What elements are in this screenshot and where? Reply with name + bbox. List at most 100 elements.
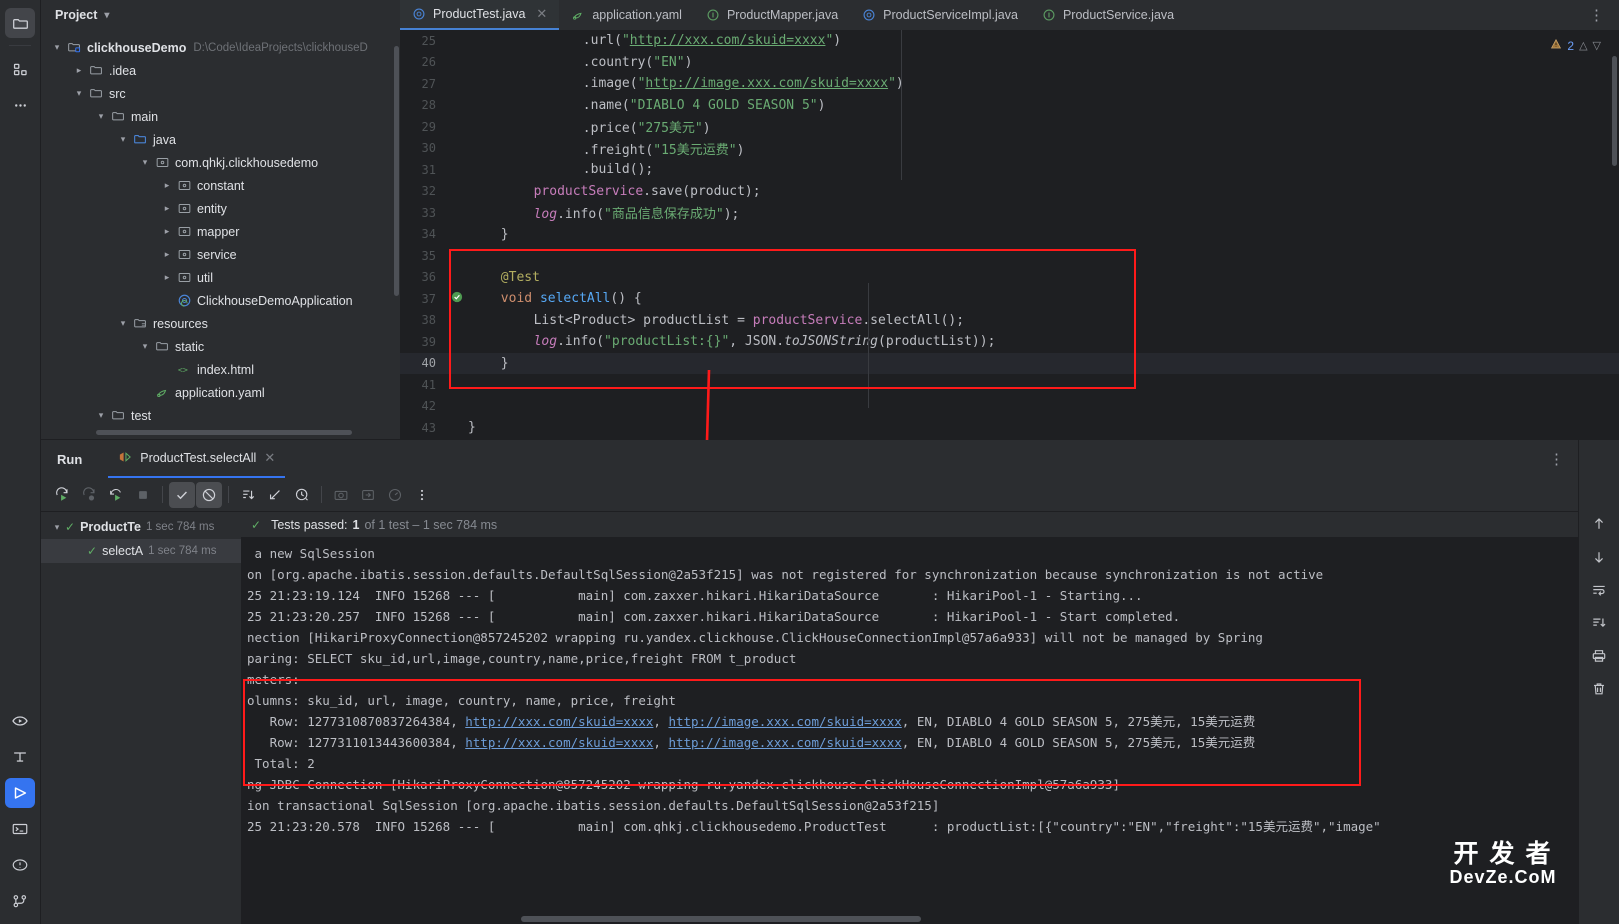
- editor-tab-application-yaml[interactable]: application.yaml: [559, 0, 694, 30]
- editor-tabs-menu-icon[interactable]: ⋮: [1575, 0, 1619, 30]
- tree-node-resources[interactable]: ▾ resources: [41, 312, 400, 335]
- chevron-right-icon[interactable]: ▸: [159, 203, 175, 214]
- line-number: 33: [421, 205, 436, 220]
- tree-node-.idea[interactable]: ▸ .idea: [41, 59, 400, 82]
- scroll-to-end-icon[interactable]: [1587, 611, 1611, 635]
- chevron-down-icon[interactable]: ▾: [49, 42, 65, 53]
- chevron-right-icon[interactable]: ▸: [159, 272, 175, 283]
- tree-node-util[interactable]: ▸ util: [41, 266, 400, 289]
- code-line: 26 .country("EN"): [400, 52, 1619, 74]
- project-horizontal-scrollbar[interactable]: [96, 430, 352, 435]
- tree-node-com.qhkj.clickhousedemo[interactable]: ▾ com.qhkj.clickhousedemo: [41, 151, 400, 174]
- tree-node-label: util: [197, 270, 213, 285]
- tree-node-static[interactable]: ▾ static: [41, 335, 400, 358]
- show-ignored-button[interactable]: [196, 481, 222, 508]
- more-tools-icon[interactable]: [5, 90, 35, 120]
- tree-node-clickhousedemo[interactable]: ▾ clickhouseDemo D:\Code\IdeaProjects\clic…: [41, 36, 400, 59]
- run-configuration-tab[interactable]: ProductTest.selectAll ✕: [108, 440, 286, 478]
- folder-icon: [109, 109, 127, 124]
- tree-node-main[interactable]: ▾ main: [41, 105, 400, 128]
- activity-bar: [0, 0, 41, 924]
- scroll-down-icon[interactable]: [1587, 545, 1611, 569]
- interface-icon: [1042, 8, 1056, 22]
- sort-alphabetically-button[interactable]: [235, 482, 261, 508]
- sort-by-duration-button[interactable]: [289, 482, 315, 508]
- run-anything-icon[interactable]: [5, 706, 35, 736]
- code-text: .url("http://xxx.com/skuid=xxxx"): [582, 33, 842, 49]
- chevron-right-icon[interactable]: ▸: [159, 180, 175, 191]
- chevron-down-icon[interactable]: ▾: [137, 157, 153, 168]
- chevron-down-icon[interactable]: ▾: [115, 134, 131, 145]
- soft-wrap-icon[interactable]: [1587, 578, 1611, 602]
- rerun-button[interactable]: [49, 482, 75, 508]
- project-vertical-scrollbar[interactable]: [394, 46, 399, 296]
- tree-node-constant[interactable]: ▸ constant: [41, 174, 400, 197]
- line-number: 39: [421, 334, 436, 349]
- tree-node-java[interactable]: ▾ java: [41, 128, 400, 151]
- tree-node-label: service: [197, 247, 237, 262]
- chevron-down-icon[interactable]: ▾: [71, 88, 87, 99]
- tree-node-src[interactable]: ▾ src: [41, 82, 400, 105]
- chevron-down-icon[interactable]: ▾: [137, 341, 153, 352]
- clear-all-icon[interactable]: [1587, 677, 1611, 701]
- chevron-right-icon[interactable]: ▸: [71, 65, 87, 76]
- code-text: .freight("15美元运费"): [582, 142, 745, 158]
- package-icon: [175, 270, 193, 285]
- version-control-icon[interactable]: [5, 886, 35, 916]
- run-icon[interactable]: [5, 778, 35, 808]
- problems-icon[interactable]: [5, 850, 35, 880]
- terminal-icon[interactable]: [5, 814, 35, 844]
- tree-node-entity[interactable]: ▸ entity: [41, 197, 400, 220]
- chevron-down-icon[interactable]: ▾: [93, 111, 109, 122]
- project-panel-header[interactable]: Project ▾: [41, 0, 400, 30]
- structure-icon[interactable]: [5, 54, 35, 84]
- toggle-auto-test-button[interactable]: [103, 482, 129, 508]
- editor-tab-producttest-java[interactable]: ProductTest.java ✕: [400, 0, 560, 30]
- tree-node-label: entity: [197, 201, 227, 216]
- close-icon[interactable]: ✕: [264, 450, 275, 466]
- console-link[interactable]: http://image.xxx.com/skuid=xxxx: [668, 714, 901, 729]
- console-link[interactable]: http://image.xxx.com/skuid=xxxx: [668, 735, 901, 750]
- tree-node-application.yaml[interactable]: application.yaml: [41, 381, 400, 404]
- project-icon[interactable]: [5, 8, 35, 38]
- expand-collapse-button[interactable]: [262, 482, 288, 508]
- console-link[interactable]: http://xxx.com/skuid=xxxx: [465, 714, 653, 729]
- test-pass-gutter-icon[interactable]: [446, 291, 468, 306]
- code-editor[interactable]: 2 △ ▽ 25 .url("http://xxx.com/skuid=xxxx"…: [400, 30, 1619, 440]
- tree-node-index.html[interactable]: <> index.html: [41, 358, 400, 381]
- console-link[interactable]: http://xxx.com/skuid=xxxx: [465, 735, 653, 750]
- print-icon[interactable]: [1587, 644, 1611, 668]
- chevron-right-icon[interactable]: ▸: [159, 226, 175, 237]
- chevron-down-icon[interactable]: ▾: [115, 318, 131, 329]
- editor-tab-productmapper-java[interactable]: ProductMapper.java: [694, 0, 850, 30]
- chevron-down-icon[interactable]: ▾: [104, 10, 109, 21]
- scroll-up-icon[interactable]: [1587, 512, 1611, 536]
- console-horizontal-scrollbar[interactable]: [521, 916, 921, 922]
- check-icon: ✓: [251, 517, 262, 532]
- tests-passed-count: 1: [352, 517, 360, 532]
- line-number: 42: [421, 399, 436, 414]
- chevron-down-icon[interactable]: ▾: [93, 410, 109, 421]
- chevron-right-icon[interactable]: ▸: [159, 249, 175, 260]
- editor-tab-productservice-java[interactable]: ProductService.java: [1030, 0, 1186, 30]
- editor-tab-productserviceimpl-java[interactable]: ProductServiceImpl.java: [850, 0, 1030, 30]
- tree-node-mapper[interactable]: ▸ mapper: [41, 220, 400, 243]
- console-panel[interactable]: ✓ Tests passed: 1 of 1 test – 1 sec 784 …: [241, 512, 1619, 924]
- tree-node-service[interactable]: ▸ service: [41, 243, 400, 266]
- test-tree-row[interactable]: ✓ selectA 1 sec 784 ms: [41, 539, 241, 563]
- console-text: ion transactional SqlSession [org.apache…: [247, 798, 940, 813]
- run-options-icon[interactable]: ⋮: [1537, 450, 1576, 468]
- test-statistics-button: [382, 482, 408, 508]
- code-line: 37 void selectAll() {: [400, 288, 1619, 310]
- console-line: paring: SELECT sku_id,url,image,country,…: [241, 648, 1619, 669]
- editor-vertical-scrollbar[interactable]: [1612, 56, 1617, 166]
- tree-node-test[interactable]: ▾ test: [41, 404, 400, 427]
- test-tree-row[interactable]: ▾ ✓ ProductTe 1 sec 784 ms: [41, 515, 241, 539]
- close-icon[interactable]: ✕: [536, 6, 547, 22]
- more-options-button[interactable]: [409, 482, 435, 508]
- show-passed-button[interactable]: [169, 481, 195, 508]
- tree-node-clickhousedemoapplication[interactable]: ClickhouseDemoApplication: [41, 289, 400, 312]
- profiler-icon[interactable]: [5, 742, 35, 772]
- chevron-down-icon[interactable]: ▾: [49, 522, 65, 533]
- editor-tab-label: ProductTest.java: [433, 7, 526, 21]
